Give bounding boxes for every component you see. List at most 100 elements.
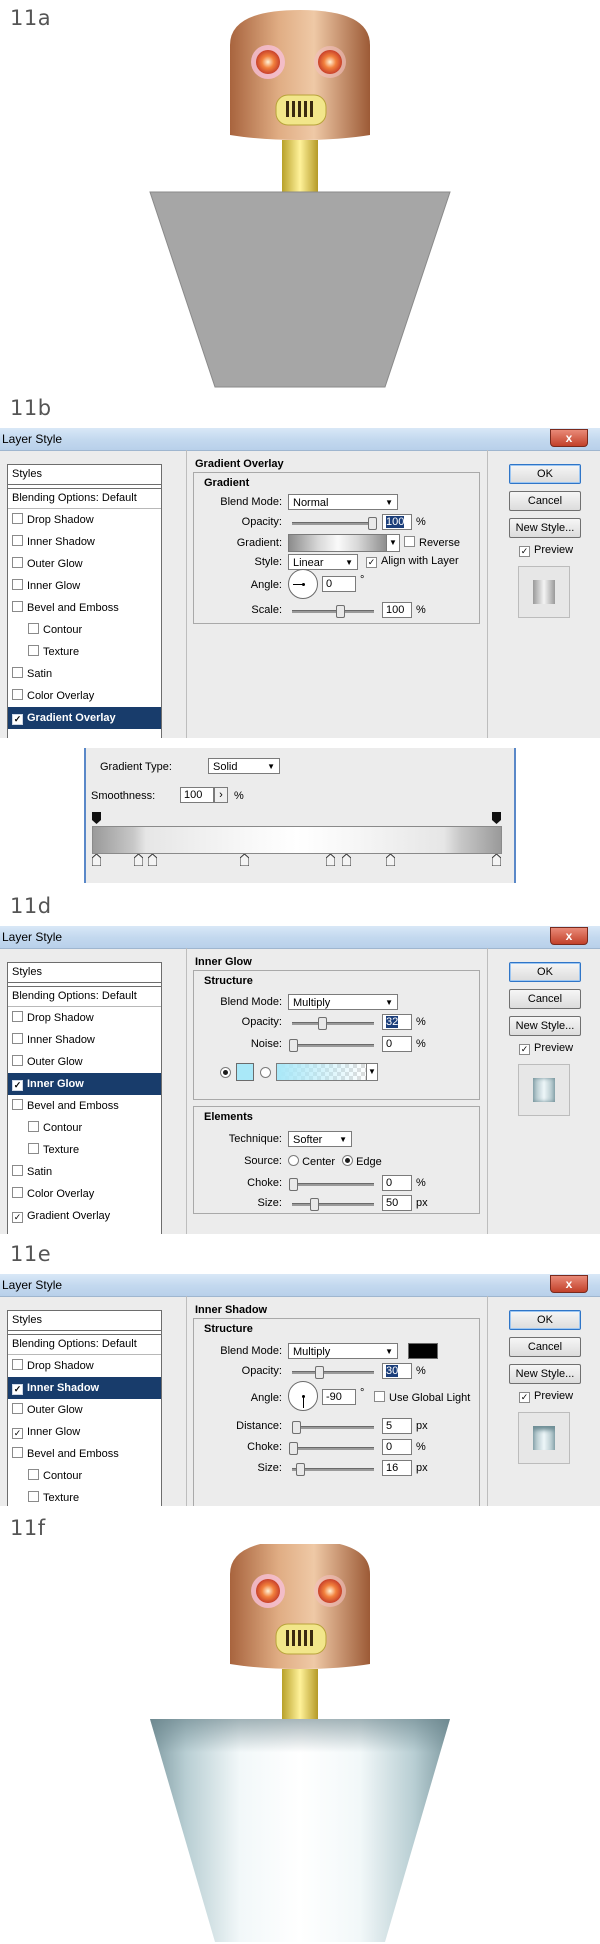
style-item-texture[interactable]: Texture: [8, 641, 161, 663]
style-checkbox-icon[interactable]: [12, 689, 23, 700]
style-item-satin[interactable]: Satin: [8, 663, 161, 685]
preview-checkbox[interactable]: ✓ Preview: [519, 1042, 573, 1055]
size-slider-thumb[interactable]: [296, 1463, 305, 1476]
radio-off-icon[interactable]: [260, 1067, 271, 1078]
cancel-button[interactable]: Cancel: [509, 1337, 581, 1357]
style-item-texture[interactable]: Texture: [8, 1487, 161, 1506]
preview-checkbox[interactable]: ✓ Preview: [519, 1390, 573, 1403]
opacity-slider[interactable]: [292, 1017, 374, 1030]
style-item-color-overlay[interactable]: Color Overlay: [8, 685, 161, 707]
noise-slider-thumb[interactable]: [289, 1039, 298, 1052]
radio-on-icon[interactable]: [342, 1155, 353, 1166]
style-checkbox-icon[interactable]: [28, 645, 39, 656]
scale-input[interactable]: 100: [382, 602, 412, 618]
color-stop[interactable]: [325, 853, 336, 867]
preview-checkbox-icon[interactable]: ✓: [519, 1392, 530, 1403]
reverse-checkbox[interactable]: Reverse: [404, 536, 460, 549]
style-checkbox-icon[interactable]: [28, 1469, 39, 1480]
preview-checkbox-icon[interactable]: ✓: [519, 1044, 530, 1055]
ok-button[interactable]: OK: [509, 464, 581, 484]
gradient-dropdown-arrow-icon[interactable]: ▼: [386, 534, 400, 552]
angle-dial[interactable]: [288, 569, 318, 599]
style-checkbox-icon[interactable]: [28, 1143, 39, 1154]
style-item-inner-glow[interactable]: Inner Glow: [8, 575, 161, 597]
styles-header[interactable]: Styles: [8, 1311, 161, 1331]
styles-header[interactable]: Styles: [8, 465, 161, 485]
style-checkbox-icon[interactable]: ✓: [12, 1080, 23, 1091]
glow-color-swatch[interactable]: [236, 1063, 254, 1081]
style-item-inner-glow[interactable]: ✓ Inner Glow: [8, 1073, 161, 1095]
angle-input[interactable]: 0: [322, 576, 356, 592]
technique-select[interactable]: Softer ▼: [288, 1131, 352, 1147]
style-checkbox-icon[interactable]: [12, 601, 23, 612]
style-item-drop-shadow[interactable]: Drop Shadow: [8, 1007, 161, 1029]
color-stop[interactable]: [239, 853, 250, 867]
opacity-input[interactable]: 100: [382, 514, 412, 530]
scale-slider-thumb[interactable]: [336, 605, 345, 618]
choke-slider-thumb[interactable]: [289, 1178, 298, 1191]
style-item-contour[interactable]: Contour: [8, 1117, 161, 1139]
blending-options-item[interactable]: Blending Options: Default: [8, 1334, 161, 1355]
color-stop[interactable]: [147, 853, 158, 867]
new-style-button[interactable]: New Style...: [509, 1016, 581, 1036]
style-checkbox-icon[interactable]: [28, 623, 39, 634]
style-item-gradient-overlay[interactable]: ✓ Gradient Overlay: [8, 707, 161, 729]
noise-input[interactable]: 0: [382, 1036, 412, 1052]
style-checkbox-icon[interactable]: [12, 1187, 23, 1198]
opacity-slider[interactable]: [292, 1366, 374, 1379]
angle-dial[interactable]: [288, 1381, 318, 1411]
blend-mode-select[interactable]: Multiply ▼: [288, 1343, 398, 1359]
noise-slider[interactable]: [289, 1039, 374, 1052]
choke-slider-thumb[interactable]: [289, 1442, 298, 1455]
size-input[interactable]: 16: [382, 1460, 412, 1476]
ok-button[interactable]: OK: [509, 1310, 581, 1330]
style-checkbox-icon[interactable]: [12, 557, 23, 568]
size-slider[interactable]: [292, 1198, 374, 1211]
global-light-checkbox[interactable]: Use Global Light: [374, 1391, 470, 1404]
style-item-texture[interactable]: Texture: [8, 1139, 161, 1161]
align-with-layer-checkbox[interactable]: ✓ Align with Layer: [366, 555, 459, 568]
style-checkbox-icon[interactable]: [12, 1099, 23, 1110]
style-checkbox-icon[interactable]: [12, 1403, 23, 1414]
source-edge-radio[interactable]: Edge: [342, 1155, 382, 1168]
opacity-input[interactable]: 30: [382, 1363, 412, 1379]
style-item-drop-shadow[interactable]: Drop Shadow: [8, 1355, 161, 1377]
opacity-slider[interactable]: [292, 517, 377, 530]
ok-button[interactable]: OK: [509, 962, 581, 982]
style-checkbox-icon[interactable]: [12, 579, 23, 590]
style-item-bevel-and-emboss[interactable]: Bevel and Emboss: [8, 597, 161, 619]
color-stop[interactable]: [133, 853, 144, 867]
style-checkbox-icon[interactable]: [28, 1121, 39, 1132]
gradient-dropdown-arrow-icon[interactable]: ▼: [366, 1063, 378, 1081]
global-light-checkbox-icon[interactable]: [374, 1391, 385, 1402]
scale-slider[interactable]: [292, 605, 374, 618]
style-checkbox-icon[interactable]: [12, 535, 23, 546]
radio-off-icon[interactable]: [288, 1155, 299, 1166]
style-checkbox-icon[interactable]: [12, 1033, 23, 1044]
choke-input[interactable]: 0: [382, 1439, 412, 1455]
style-checkbox-icon[interactable]: ✓: [12, 714, 23, 725]
source-center-radio[interactable]: Center: [288, 1155, 335, 1168]
style-item-inner-shadow[interactable]: ✓ Inner Shadow: [8, 1377, 161, 1399]
reverse-checkbox-icon[interactable]: [404, 536, 415, 547]
size-input[interactable]: 50: [382, 1195, 412, 1211]
cancel-button[interactable]: Cancel: [509, 491, 581, 511]
opacity-slider-thumb[interactable]: [318, 1017, 327, 1030]
angle-input[interactable]: -90: [322, 1389, 356, 1405]
blending-options-item[interactable]: Blending Options: Default: [8, 986, 161, 1007]
choke-slider[interactable]: [289, 1178, 374, 1191]
blend-mode-select[interactable]: Multiply ▼: [288, 994, 398, 1010]
distance-slider-thumb[interactable]: [292, 1421, 301, 1434]
style-checkbox-icon[interactable]: [12, 667, 23, 678]
align-checkbox-icon[interactable]: ✓: [366, 557, 377, 568]
choke-input[interactable]: 0: [382, 1175, 412, 1191]
new-style-button[interactable]: New Style...: [509, 1364, 581, 1384]
style-item-gradient-overlay[interactable]: ✓ Gradient Overlay: [8, 1205, 161, 1227]
style-checkbox-icon[interactable]: [12, 1359, 23, 1370]
style-checkbox-icon[interactable]: ✓: [12, 1212, 23, 1223]
gradient-picker[interactable]: [288, 534, 388, 552]
style-item-bevel-and-emboss[interactable]: Bevel and Emboss: [8, 1095, 161, 1117]
glow-gradient-picker[interactable]: [276, 1063, 368, 1081]
smoothness-input[interactable]: 100: [180, 787, 214, 803]
smoothness-stepper-button[interactable]: ›: [214, 787, 228, 803]
